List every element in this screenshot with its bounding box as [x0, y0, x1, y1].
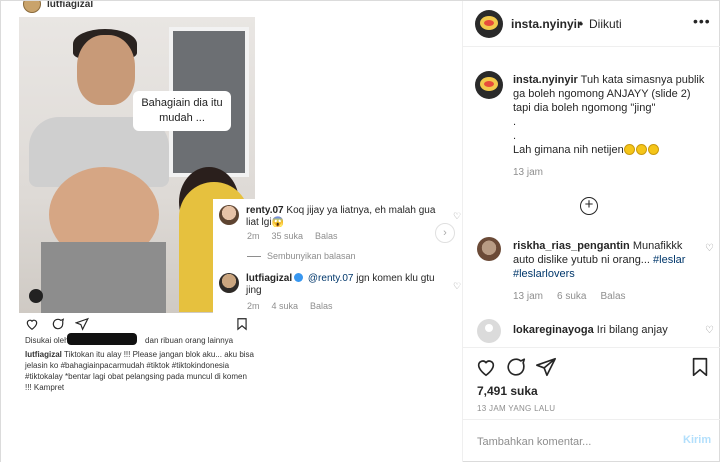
avatar	[219, 205, 239, 225]
redaction-bar	[67, 333, 137, 345]
bookmark-icon	[237, 318, 247, 331]
emoji-icon	[635, 144, 647, 155]
caption-comment: insta.nyinyir Tuh kata simasnya publik g…	[513, 74, 705, 156]
screenshot-comment-card: renty.07 Koq jijay ya liatnya, eh malah …	[213, 199, 462, 317]
follow-status[interactable]: Diikuti	[589, 17, 622, 31]
more-options-icon[interactable]: •••	[693, 13, 711, 29]
comment-item: riskha_rias_pengantin Munafikkk auto dis…	[513, 240, 686, 280]
header-separator: •	[579, 17, 584, 31]
post-media[interactable]: lutfiagizal Bahagiain dia itu mudah ... …	[1, 1, 463, 462]
screenshot-caption: lutfiagizal Tiktokan itu alay !!! Please…	[25, 350, 255, 392]
screenshot-reply: lutfiagizal @renty.07 jgn komen klu gtu …	[219, 273, 442, 297]
like-count[interactable]: 7,491 suka	[477, 384, 538, 398]
heart-icon: ♡	[453, 281, 462, 291]
avatar[interactable]	[477, 319, 501, 343]
comment-time: 13 jam	[513, 167, 544, 178]
heart-icon[interactable]	[475, 356, 497, 378]
avatar[interactable]	[475, 71, 503, 99]
comment-item: lokareginayoga Iri bilang anjay	[513, 324, 668, 336]
screenshot-avatar	[23, 1, 41, 13]
post-comment-button[interactable]: Kirim	[683, 434, 711, 446]
share-icon	[75, 317, 89, 331]
screenshot-actions	[25, 317, 249, 335]
carousel-next-icon[interactable]: ›	[435, 223, 455, 243]
heart-icon: ♡	[453, 211, 462, 221]
screenshot-comment: renty.07 Koq jijay ya liatnya, eh malah …	[219, 205, 442, 229]
comment-icon	[52, 318, 65, 330]
comment-meta: 2m 4 suka Balas	[247, 301, 333, 311]
hide-replies: Sembunyikan balasan	[247, 251, 356, 261]
emoji-icon	[647, 144, 659, 155]
comment-icon[interactable]	[505, 356, 527, 378]
verified-badge-icon	[294, 273, 304, 282]
avatar	[219, 273, 239, 293]
comment-meta: 13 jam 6 suka Balas	[513, 291, 626, 302]
bookmark-icon[interactable]	[689, 356, 711, 378]
share-icon[interactable]	[535, 356, 557, 378]
load-more-comments-icon[interactable]: +	[580, 197, 598, 215]
screenshot-username: lutfiagizal	[47, 1, 94, 10]
post-timestamp: 13 JAM YANG LALU	[477, 404, 556, 413]
post-sidebar: insta.nyinyir • Diikuti ••• insta.nyinyi…	[463, 1, 720, 462]
instagram-post: lutfiagizal Bahagiain dia itu mudah ... …	[0, 0, 720, 462]
comment-like-icon[interactable]: ♡	[705, 325, 714, 336]
comment-like-icon[interactable]: ♡	[705, 243, 714, 254]
header-username[interactable]: insta.nyinyir	[511, 17, 582, 31]
comment-list[interactable]: insta.nyinyir Tuh kata simasnya publik g…	[463, 47, 720, 347]
heart-icon	[26, 319, 38, 330]
speech-bubble: Bahagiain dia itu mudah ...	[133, 91, 231, 131]
comment-meta: 2m 35 suka Balas	[247, 231, 338, 241]
add-comment-bar: Kirim	[463, 419, 720, 462]
user-tag-icon	[29, 289, 43, 303]
comment-input[interactable]	[477, 432, 667, 452]
avatar[interactable]	[475, 10, 503, 38]
screenshot-header: lutfiagizal	[23, 1, 93, 13]
post-actions: 7,491 suka 13 JAM YANG LALU	[463, 347, 720, 417]
avatar[interactable]	[477, 237, 501, 261]
emoji-icon	[623, 144, 635, 155]
post-header: insta.nyinyir • Diikuti •••	[463, 1, 720, 47]
